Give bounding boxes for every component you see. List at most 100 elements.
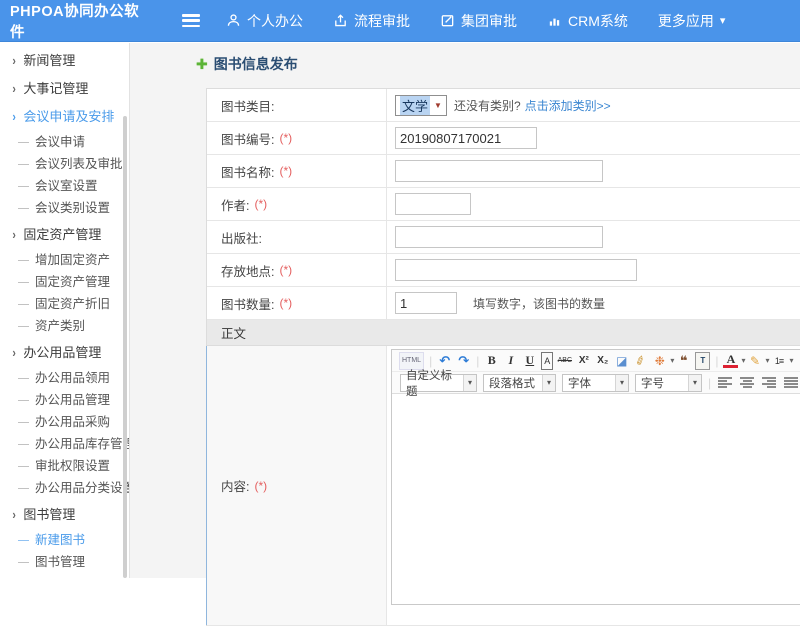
required-marker: (*) — [279, 263, 292, 277]
sidebar-item-meeting-list[interactable]: —会议列表及审批 — [0, 153, 129, 175]
publisher-input[interactable] — [395, 226, 603, 248]
quantity-input[interactable] — [395, 292, 457, 314]
field-label: 图书类目: — [221, 96, 274, 115]
sidebar-item-new-book[interactable]: —新建图书 — [0, 529, 129, 551]
nav-process-approval[interactable]: 流程审批 — [333, 11, 410, 31]
form-row-category: 图书类目: 文学 ▼ 还没有类别? 点击添加类别>> — [207, 89, 800, 122]
dash-icon: — — [18, 369, 29, 387]
sidebar-group-books[interactable]: ›图书管理 — [0, 503, 129, 527]
superscript-button[interactable]: X² — [576, 352, 591, 370]
sidebar-item-supplies-manage[interactable]: —办公用品管理 — [0, 389, 129, 411]
sidebar-scrollbar[interactable] — [123, 116, 127, 578]
align-center-button[interactable] — [740, 377, 754, 388]
unordered-list-button[interactable]: •≡ — [796, 352, 800, 370]
author-input[interactable] — [395, 193, 471, 215]
book-name-input[interactable] — [395, 160, 603, 182]
sidebar-group-events[interactable]: ›大事记管理 — [0, 77, 129, 101]
sidebar-item-add-asset[interactable]: —增加固定资产 — [0, 249, 129, 271]
dropdown-caret-icon[interactable]: ▾ — [741, 356, 745, 365]
underline-button[interactable]: U — [522, 352, 537, 370]
required-marker: (*) — [279, 164, 292, 178]
toolbar-separator: | — [476, 354, 479, 368]
sidebar-item-label: 固定资产管理 — [23, 223, 101, 247]
sidebar-item-supplies-claim[interactable]: —办公用品领用 — [0, 367, 129, 389]
bold-button[interactable]: B — [484, 352, 499, 370]
field-label: 内容: — [221, 476, 249, 495]
font-border-button[interactable]: A — [541, 352, 553, 370]
align-right-button[interactable] — [762, 377, 776, 388]
form-row-book-name: 图书名称:(*) — [207, 155, 800, 188]
sidebar-item-label: 办公用品管理 — [23, 341, 101, 365]
sidebar-item-label: 办公用品分类设置 — [35, 477, 130, 499]
chevron-right-icon: › — [12, 77, 15, 101]
dash-icon: — — [18, 295, 29, 313]
sidebar-item-meeting-room[interactable]: —会议室设置 — [0, 175, 129, 197]
nav-personal-office[interactable]: 个人办公 — [226, 11, 303, 31]
sidebar-group-meeting[interactable]: ›会议申请及安排 — [0, 105, 129, 129]
sidebar-item-approval-permission[interactable]: —审批权限设置 — [0, 455, 129, 477]
sidebar-item-label: 会议类别设置 — [35, 197, 110, 219]
sidebar-item-asset-depreciation[interactable]: —固定资产折旧 — [0, 293, 129, 315]
sidebar-group-news[interactable]: ›新闻管理 — [0, 49, 129, 73]
toolbar-separator: | — [715, 354, 718, 368]
italic-button[interactable]: I — [503, 352, 518, 370]
sidebar-group-fixed-assets[interactable]: ›固定资产管理 — [0, 223, 129, 247]
align-left-button[interactable] — [718, 377, 732, 388]
dropdown-caret-icon[interactable]: ▾ — [765, 356, 769, 365]
dropdown-caret-icon[interactable]: ▾ — [670, 356, 674, 365]
chevron-right-icon: › — [12, 105, 15, 129]
editor-content-area[interactable] — [392, 394, 800, 604]
sidebar-item-label: 图书管理 — [23, 503, 75, 527]
sidebar-item-asset-category[interactable]: —资产类别 — [0, 315, 129, 337]
book-form: 图书类目: 文学 ▼ 还没有类别? 点击添加类别>> 图书编号:(*) 图书名称… — [206, 88, 800, 626]
dropdown-caret-icon: ▾ — [463, 375, 476, 391]
sidebar-item-asset-manage[interactable]: —固定资产管理 — [0, 271, 129, 293]
field-label: 存放地点: — [221, 261, 274, 280]
sidebar-item-book-manage[interactable]: —图书管理 — [0, 551, 129, 573]
rich-text-editor: HTML | ↶ ↷ | B I U A ABC X² X₂ ◪ ✐ — [391, 349, 800, 605]
sidebar-item-supplies-purchase[interactable]: —办公用品采购 — [0, 411, 129, 433]
person-icon — [226, 13, 241, 28]
font-size-select[interactable]: 字号▾ — [635, 374, 702, 392]
book-number-input[interactable] — [395, 127, 537, 149]
format-brush-button[interactable]: ❉ — [652, 352, 667, 370]
sidebar-item-meeting-category[interactable]: — 会议类别设置 — [0, 197, 129, 219]
nav-crm-system[interactable]: CRM系统 — [547, 11, 628, 31]
sidebar-item-meeting-apply[interactable]: —会议申请 — [0, 131, 129, 153]
sidebar-item-supplies-inventory[interactable]: —办公用品库存管理 — [0, 433, 129, 455]
paste-text-button[interactable]: T — [695, 352, 710, 370]
ordered-list-button[interactable]: 1≡ — [771, 352, 786, 370]
strikethrough-button[interactable]: ABC — [557, 352, 572, 370]
toolbar-separator: | — [708, 376, 711, 390]
dropdown-caret-icon[interactable]: ▾ — [789, 356, 793, 365]
font-color-button[interactable]: A — [723, 353, 738, 368]
subscript-button[interactable]: X₂ — [595, 352, 610, 370]
dash-icon: — — [18, 199, 29, 217]
add-category-link[interactable]: 点击添加类别>> — [525, 97, 611, 114]
edit-icon — [440, 13, 455, 28]
eraser-button[interactable]: ◪ — [614, 352, 629, 370]
sidebar-item-label: 审批权限设置 — [35, 455, 110, 477]
chevron-right-icon: › — [12, 341, 15, 365]
custom-title-select[interactable]: 自定义标题▾ — [400, 374, 477, 392]
highlight-button[interactable]: ✎ — [747, 352, 762, 370]
sidebar-item-label: 会议列表及审批 — [35, 153, 123, 175]
sidebar-item-label: 固定资产管理 — [35, 271, 110, 293]
nav-label: CRM系统 — [568, 11, 628, 31]
align-justify-button[interactable] — [784, 377, 798, 388]
category-select[interactable]: 文学 ▼ — [395, 95, 447, 116]
paragraph-format-select[interactable]: 段落格式▾ — [483, 374, 556, 392]
dash-icon: — — [18, 413, 29, 431]
clear-format-button[interactable]: ✐ — [630, 349, 651, 372]
font-family-select[interactable]: 字体▾ — [562, 374, 629, 392]
main-content: ✚ 图书信息发布 图书类目: 文学 ▼ 还没有类别? 点击添加类别>> 图书编号… — [130, 43, 800, 578]
sidebar-item-supplies-classify[interactable]: —办公用品分类设置 — [0, 477, 129, 499]
menu-toggle-icon[interactable] — [182, 14, 200, 27]
blockquote-button[interactable]: ❝ — [676, 352, 691, 370]
sidebar-group-office-supplies[interactable]: › 办公用品管理 — [0, 341, 129, 365]
form-row-content: 内容:(*) HTML | ↶ ↷ | B I U A ABC X² — [207, 346, 800, 626]
sidebar-item-label: 办公用品库存管理 — [35, 433, 130, 455]
location-input[interactable] — [395, 259, 637, 281]
nav-group-approval[interactable]: 集团审批 — [440, 11, 517, 31]
nav-more-apps[interactable]: 更多应用 ▾ — [658, 11, 726, 31]
